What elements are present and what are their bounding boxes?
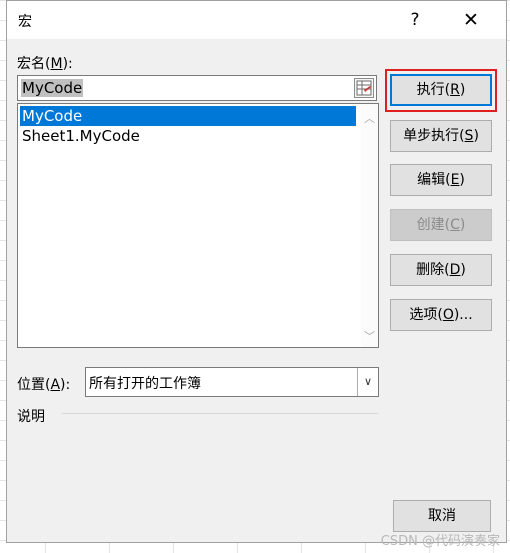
location-label: 位置(A):: [17, 377, 71, 393]
watermark: CSDN @代码演奏家: [380, 534, 500, 549]
macro-name-value: MyCode: [21, 79, 84, 97]
options-button[interactable]: 选项(O)...: [390, 299, 492, 331]
scroll-up-icon[interactable]: ︿: [364, 110, 375, 126]
macro-list[interactable]: MyCode Sheet1.MyCode ︿ ﹀: [17, 103, 379, 348]
edit-button[interactable]: 编辑(E): [390, 164, 492, 196]
macro-name-input[interactable]: MyCode: [17, 75, 377, 101]
dialog-title: 宏: [18, 14, 32, 30]
title-bar: 宏 ? ✕: [7, 1, 506, 39]
list-item[interactable]: Sheet1.MyCode: [20, 126, 356, 146]
location-select[interactable]: 所有打开的工作簿 ∨: [85, 367, 379, 397]
cancel-button[interactable]: 取消: [393, 500, 491, 532]
browse-button[interactable]: [354, 78, 374, 98]
list-scrollbar[interactable]: ︿ ﹀: [361, 104, 378, 347]
grid-picker-icon: [356, 80, 372, 96]
create-button: 创建(C): [390, 209, 492, 241]
description-divider: [62, 413, 378, 414]
close-button[interactable]: ✕: [453, 5, 489, 35]
help-button[interactable]: ?: [397, 5, 433, 35]
macro-name-label: 宏名(M):: [17, 56, 73, 72]
annotation-highlight: [385, 69, 497, 112]
chevron-down-icon[interactable]: ∨: [357, 368, 378, 396]
description-label: 说明: [17, 409, 45, 425]
location-value: 所有打开的工作簿: [89, 376, 201, 392]
macro-dialog: 宏 ? ✕ 宏名(M): MyCode MyCode Sheet1.MyCode…: [6, 0, 507, 543]
step-into-button[interactable]: 单步执行(S): [390, 120, 492, 152]
delete-button[interactable]: 删除(D): [390, 254, 492, 286]
list-item[interactable]: MyCode: [20, 106, 356, 126]
scroll-down-icon[interactable]: ﹀: [364, 328, 375, 344]
